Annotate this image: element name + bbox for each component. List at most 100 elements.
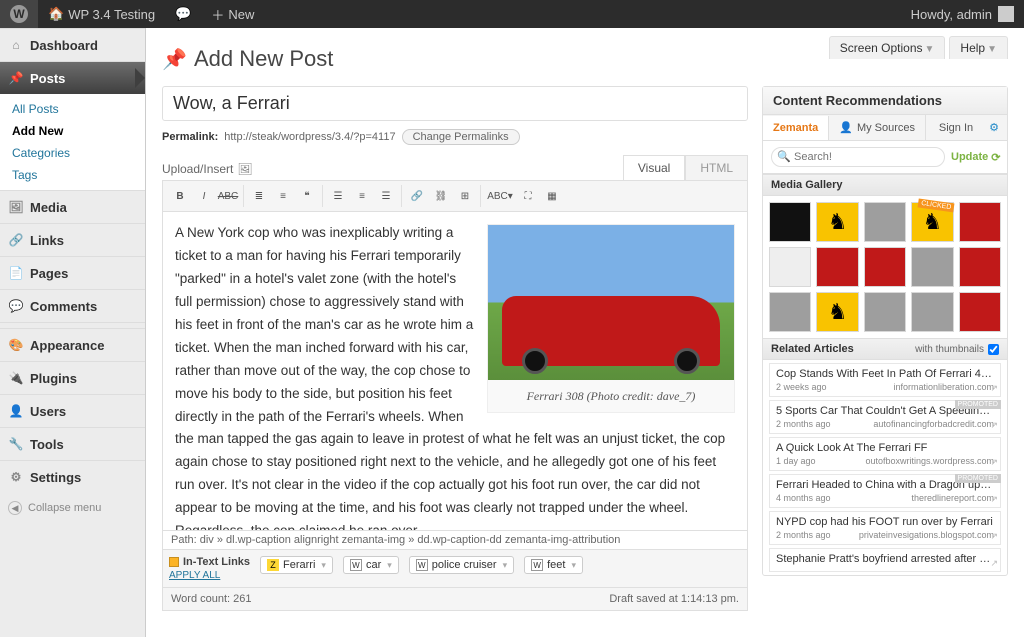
menu-appearance[interactable]: 🎨Appearance — [0, 328, 145, 361]
article-item[interactable]: PROMOTEDFerrari Headed to China with a D… — [769, 474, 1001, 508]
editor-body[interactable]: Ferrari 308 (Photo credit: dave_7) A New… — [162, 211, 748, 531]
thumb-3[interactable] — [864, 202, 906, 242]
chip-ferarri[interactable]: ZFerarri▾ — [260, 556, 333, 574]
menu-links[interactable]: 🔗Links — [0, 223, 145, 256]
comments-bubble[interactable]: 💬 — [165, 0, 201, 28]
collapse-menu[interactable]: ◀Collapse menu — [0, 493, 145, 523]
menu-posts[interactable]: 📌Posts — [0, 61, 145, 94]
article-item[interactable]: Cop Stands With Feet In Path Of Ferrari … — [769, 363, 1001, 397]
post-image[interactable]: Ferrari 308 (Photo credit: dave_7) — [487, 224, 735, 413]
ferrari-image — [488, 225, 734, 380]
permalink-row: Permalink: http://steak/wordpress/3.4/?p… — [162, 125, 748, 155]
comment-icon: 💬 — [8, 298, 24, 314]
strike-button[interactable]: ABC — [217, 185, 239, 207]
kitchensink-button[interactable]: ▦ — [541, 185, 563, 207]
tools-icon: 🔧 — [8, 436, 24, 452]
ul-button[interactable]: ≣ — [248, 185, 270, 207]
thumb-14[interactable] — [911, 292, 953, 332]
menu-media[interactable]: 🖼Media — [0, 190, 145, 223]
ol-button[interactable]: ≡ — [272, 185, 294, 207]
link-button[interactable]: 🔗 — [406, 185, 428, 207]
page-icon: 📄 — [8, 265, 24, 281]
menu-pages[interactable]: 📄Pages — [0, 256, 145, 289]
gear-icon[interactable]: ⚙ — [981, 121, 1007, 134]
align-center-button[interactable]: ≡ — [351, 185, 373, 207]
thumb-12[interactable]: ♞ — [816, 292, 858, 332]
help-button[interactable]: Help▼ — [949, 36, 1008, 59]
spellcheck-button[interactable]: ABC▾ — [485, 185, 515, 207]
more-button[interactable]: ⊞ — [454, 185, 476, 207]
tab-my-sources[interactable]: 👤My Sources — [829, 115, 926, 140]
bold-button[interactable]: B — [169, 185, 191, 207]
thumb-7[interactable] — [816, 247, 858, 287]
unlink-button[interactable]: ⛓ — [430, 185, 452, 207]
tab-visual[interactable]: Visual — [623, 155, 685, 180]
draft-saved: Draft saved at 1:14:13 pm. — [609, 593, 739, 605]
users-icon: 👤 — [8, 403, 24, 419]
thumb-11[interactable] — [769, 292, 811, 332]
chip-police-cruiser[interactable]: Wpolice cruiser▾ — [409, 556, 514, 574]
sign-in-link[interactable]: Sign In — [931, 116, 981, 140]
thumb-4[interactable]: ♞CLICKED — [911, 202, 953, 242]
menu-dashboard[interactable]: ⌂Dashboard — [0, 28, 145, 61]
thumb-5[interactable] — [959, 202, 1001, 242]
update-button[interactable]: Update ⟳ — [951, 151, 1001, 164]
article-item[interactable]: A Quick Look At The Ferrari FF1 day agoo… — [769, 437, 1001, 471]
post-title-input[interactable]: Wow, a Ferrari — [162, 86, 748, 121]
italic-button[interactable]: I — [193, 185, 215, 207]
thumb-8[interactable] — [864, 247, 906, 287]
article-item[interactable]: Stephanie Pratt's boyfriend arrested aft… — [769, 548, 1001, 572]
chip-car[interactable]: Wcar▾ — [343, 556, 399, 574]
tab-html[interactable]: HTML — [685, 155, 748, 180]
article-item[interactable]: PROMOTED5 Sports Car That Couldn't Get A… — [769, 400, 1001, 434]
submenu-categories[interactable]: Categories — [0, 142, 145, 164]
wp-logo[interactable]: W — [0, 0, 38, 28]
menu-comments[interactable]: 💬Comments — [0, 289, 145, 322]
thumb-6[interactable] — [769, 247, 811, 287]
media-icon: 🖼 — [237, 162, 252, 176]
search-input[interactable] — [771, 147, 945, 167]
image-caption: Ferrari 308 (Photo credit: dave_7) — [488, 380, 734, 412]
change-permalinks-button[interactable]: Change Permalinks — [402, 129, 520, 145]
thumb-15[interactable] — [959, 292, 1001, 332]
upload-insert[interactable]: Upload/Insert🖼 — [162, 162, 253, 180]
intext-links-bar: In-Text Links APPLY ALL ZFerarri▾ Wcar▾ … — [162, 550, 748, 588]
site-name[interactable]: 🏠 WP 3.4 Testing — [38, 0, 165, 28]
thumb-13[interactable] — [864, 292, 906, 332]
howdy-user[interactable]: Howdy, admin — [901, 0, 1024, 28]
status-bar: Word count: 261 Draft saved at 1:14:13 p… — [162, 588, 748, 611]
thumb-2[interactable]: ♞ — [816, 202, 858, 242]
editor-path[interactable]: Path: div » dl.wp-caption alignright zem… — [162, 531, 748, 550]
article-item[interactable]: NYPD cop had his FOOT run over by Ferrar… — [769, 511, 1001, 545]
tab-zemanta[interactable]: Zemanta — [763, 116, 829, 140]
submenu-add-new[interactable]: Add New — [0, 120, 145, 142]
apply-all-link[interactable]: APPLY ALL — [169, 570, 250, 581]
new-content[interactable]: ＋ New — [201, 0, 264, 28]
fullscreen-button[interactable]: ⛶ — [517, 185, 539, 207]
plugin-icon: 🔌 — [8, 370, 24, 386]
thumb-9[interactable] — [911, 247, 953, 287]
menu-plugins[interactable]: 🔌Plugins — [0, 361, 145, 394]
submenu-tags[interactable]: Tags — [0, 164, 145, 186]
menu-tools[interactable]: 🔧Tools — [0, 427, 145, 460]
menu-users[interactable]: 👤Users — [0, 394, 145, 427]
submenu-all-posts[interactable]: All Posts — [0, 98, 145, 120]
word-count: Word count: 261 — [171, 593, 252, 605]
align-right-button[interactable]: ☰ — [375, 185, 397, 207]
media-gallery-head: Media Gallery — [763, 174, 1007, 196]
menu-settings[interactable]: ⚙Settings — [0, 460, 145, 493]
media-gallery: ♞ ♞CLICKED ♞ — [763, 196, 1007, 338]
chip-feet[interactable]: Wfeet▾ — [524, 556, 583, 574]
media-icon: 🖼 — [8, 199, 24, 215]
thumb-10[interactable] — [959, 247, 1001, 287]
with-thumbnails-checkbox[interactable] — [988, 344, 999, 355]
pin-icon: 📌 — [8, 70, 24, 86]
align-left-button[interactable]: ☰ — [327, 185, 349, 207]
screen-options-button[interactable]: Screen Options▼ — [829, 36, 946, 59]
appearance-icon: 🎨 — [8, 337, 24, 353]
pushpin-icon: 📌 — [162, 47, 186, 71]
admin-sidebar: ⌂Dashboard 📌Posts All Posts Add New Cate… — [0, 28, 146, 637]
search-icon: 🔍 — [777, 150, 791, 163]
thumb-1[interactable] — [769, 202, 811, 242]
quote-button[interactable]: ❝ — [296, 185, 318, 207]
